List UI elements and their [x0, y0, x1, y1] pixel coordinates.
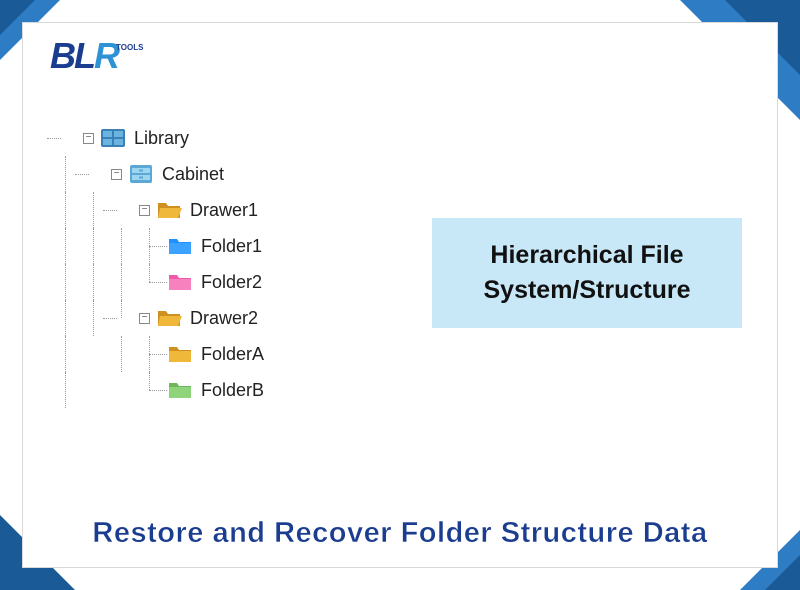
logo: BLR TOOLS: [50, 35, 143, 77]
expand-icon[interactable]: −: [139, 205, 150, 216]
callout-line: Hierarchical File: [456, 238, 718, 273]
tree-node-folder2[interactable]: Folder2: [55, 264, 264, 300]
folder-icon: [167, 343, 193, 365]
tree-node-drawer1[interactable]: − Drawer1: [55, 192, 264, 228]
expand-icon[interactable]: −: [139, 313, 150, 324]
tree-label: FolderA: [201, 344, 264, 365]
folder-icon: [167, 271, 193, 293]
tree-node-folderA[interactable]: FolderA: [55, 336, 264, 372]
tree-label: Library: [134, 128, 189, 149]
tree-node-drawer2[interactable]: − Drawer2: [55, 300, 264, 336]
tree-node-library[interactable]: − Library: [55, 120, 264, 156]
tree-label: Cabinet: [162, 164, 224, 185]
folder-icon: [167, 379, 193, 401]
cabinet-icon: [128, 163, 154, 185]
callout-line: System/Structure: [456, 273, 718, 308]
banner-text: Restore and Recover Folder Structure Dat…: [0, 517, 800, 550]
logo-tools: TOOLS: [116, 43, 143, 52]
logo-accent: R: [94, 35, 118, 76]
tree-label: Folder1: [201, 236, 262, 257]
library-icon: [100, 127, 126, 149]
tree-node-folderB[interactable]: FolderB: [55, 372, 264, 408]
folder-open-icon: [156, 199, 182, 221]
expand-icon[interactable]: −: [111, 169, 122, 180]
expand-icon[interactable]: −: [83, 133, 94, 144]
folder-icon: [167, 235, 193, 257]
logo-text: BLR: [50, 35, 118, 77]
tree-label: Drawer1: [190, 200, 258, 221]
tree-label: Folder2: [201, 272, 262, 293]
tree-label: FolderB: [201, 380, 264, 401]
tree-node-cabinet[interactable]: − Cabinet: [55, 156, 264, 192]
callout-box: Hierarchical File System/Structure: [432, 218, 742, 328]
tree-node-folder1[interactable]: Folder1: [55, 228, 264, 264]
file-tree: − Library − Cabinet −: [55, 120, 264, 408]
folder-open-icon: [156, 307, 182, 329]
logo-main: BL: [50, 35, 94, 76]
tree-label: Drawer2: [190, 308, 258, 329]
